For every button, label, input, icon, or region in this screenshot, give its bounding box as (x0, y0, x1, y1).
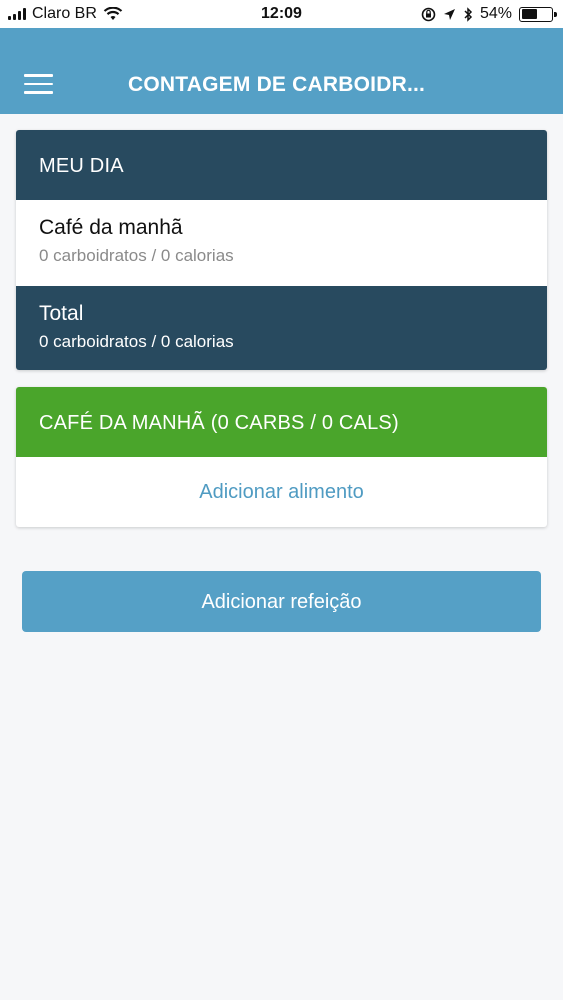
total-summary: 0 carboidratos / 0 calorias (39, 332, 234, 351)
breakfast-header: CAFÉ DA MANHÃ (0 CARBS / 0 CALS) (16, 387, 547, 457)
app-header: CONTAGEM DE CARBOIDR... (0, 28, 563, 114)
meal-row-breakfast[interactable]: Café da manhã 0 carboidratos / 0 caloria… (16, 200, 547, 286)
total-row: Total 0 carboidratos / 0 calorias (16, 286, 547, 370)
add-meal-button[interactable]: Adicionar refeição (22, 571, 541, 632)
breakfast-card: CAFÉ DA MANHÃ (0 CARBS / 0 CALS) Adicion… (16, 387, 547, 527)
battery-percent: 54% (479, 5, 512, 22)
meal-name: Café da manhã (39, 216, 183, 239)
battery-fill (521, 9, 538, 19)
status-right: 54% (421, 5, 557, 23)
orientation-lock-icon (421, 7, 436, 21)
page-title: CONTAGEM DE CARBOIDR... (128, 73, 426, 96)
meal-summary: 0 carboidratos / 0 calorias (39, 246, 234, 265)
my-day-card: MEU DIA Café da manhã 0 carboidratos / 0… (16, 130, 547, 370)
battery-icon (519, 6, 557, 22)
status-bar: Claro BR 12:09 54% (0, 0, 563, 28)
total-label: Total (39, 302, 84, 325)
hamburger-menu-icon[interactable] (24, 74, 53, 94)
bluetooth-icon (464, 6, 473, 22)
my-day-header: MEU DIA (16, 130, 547, 200)
add-food-button[interactable]: Adicionar alimento (16, 457, 547, 527)
location-arrow-icon (443, 8, 455, 20)
